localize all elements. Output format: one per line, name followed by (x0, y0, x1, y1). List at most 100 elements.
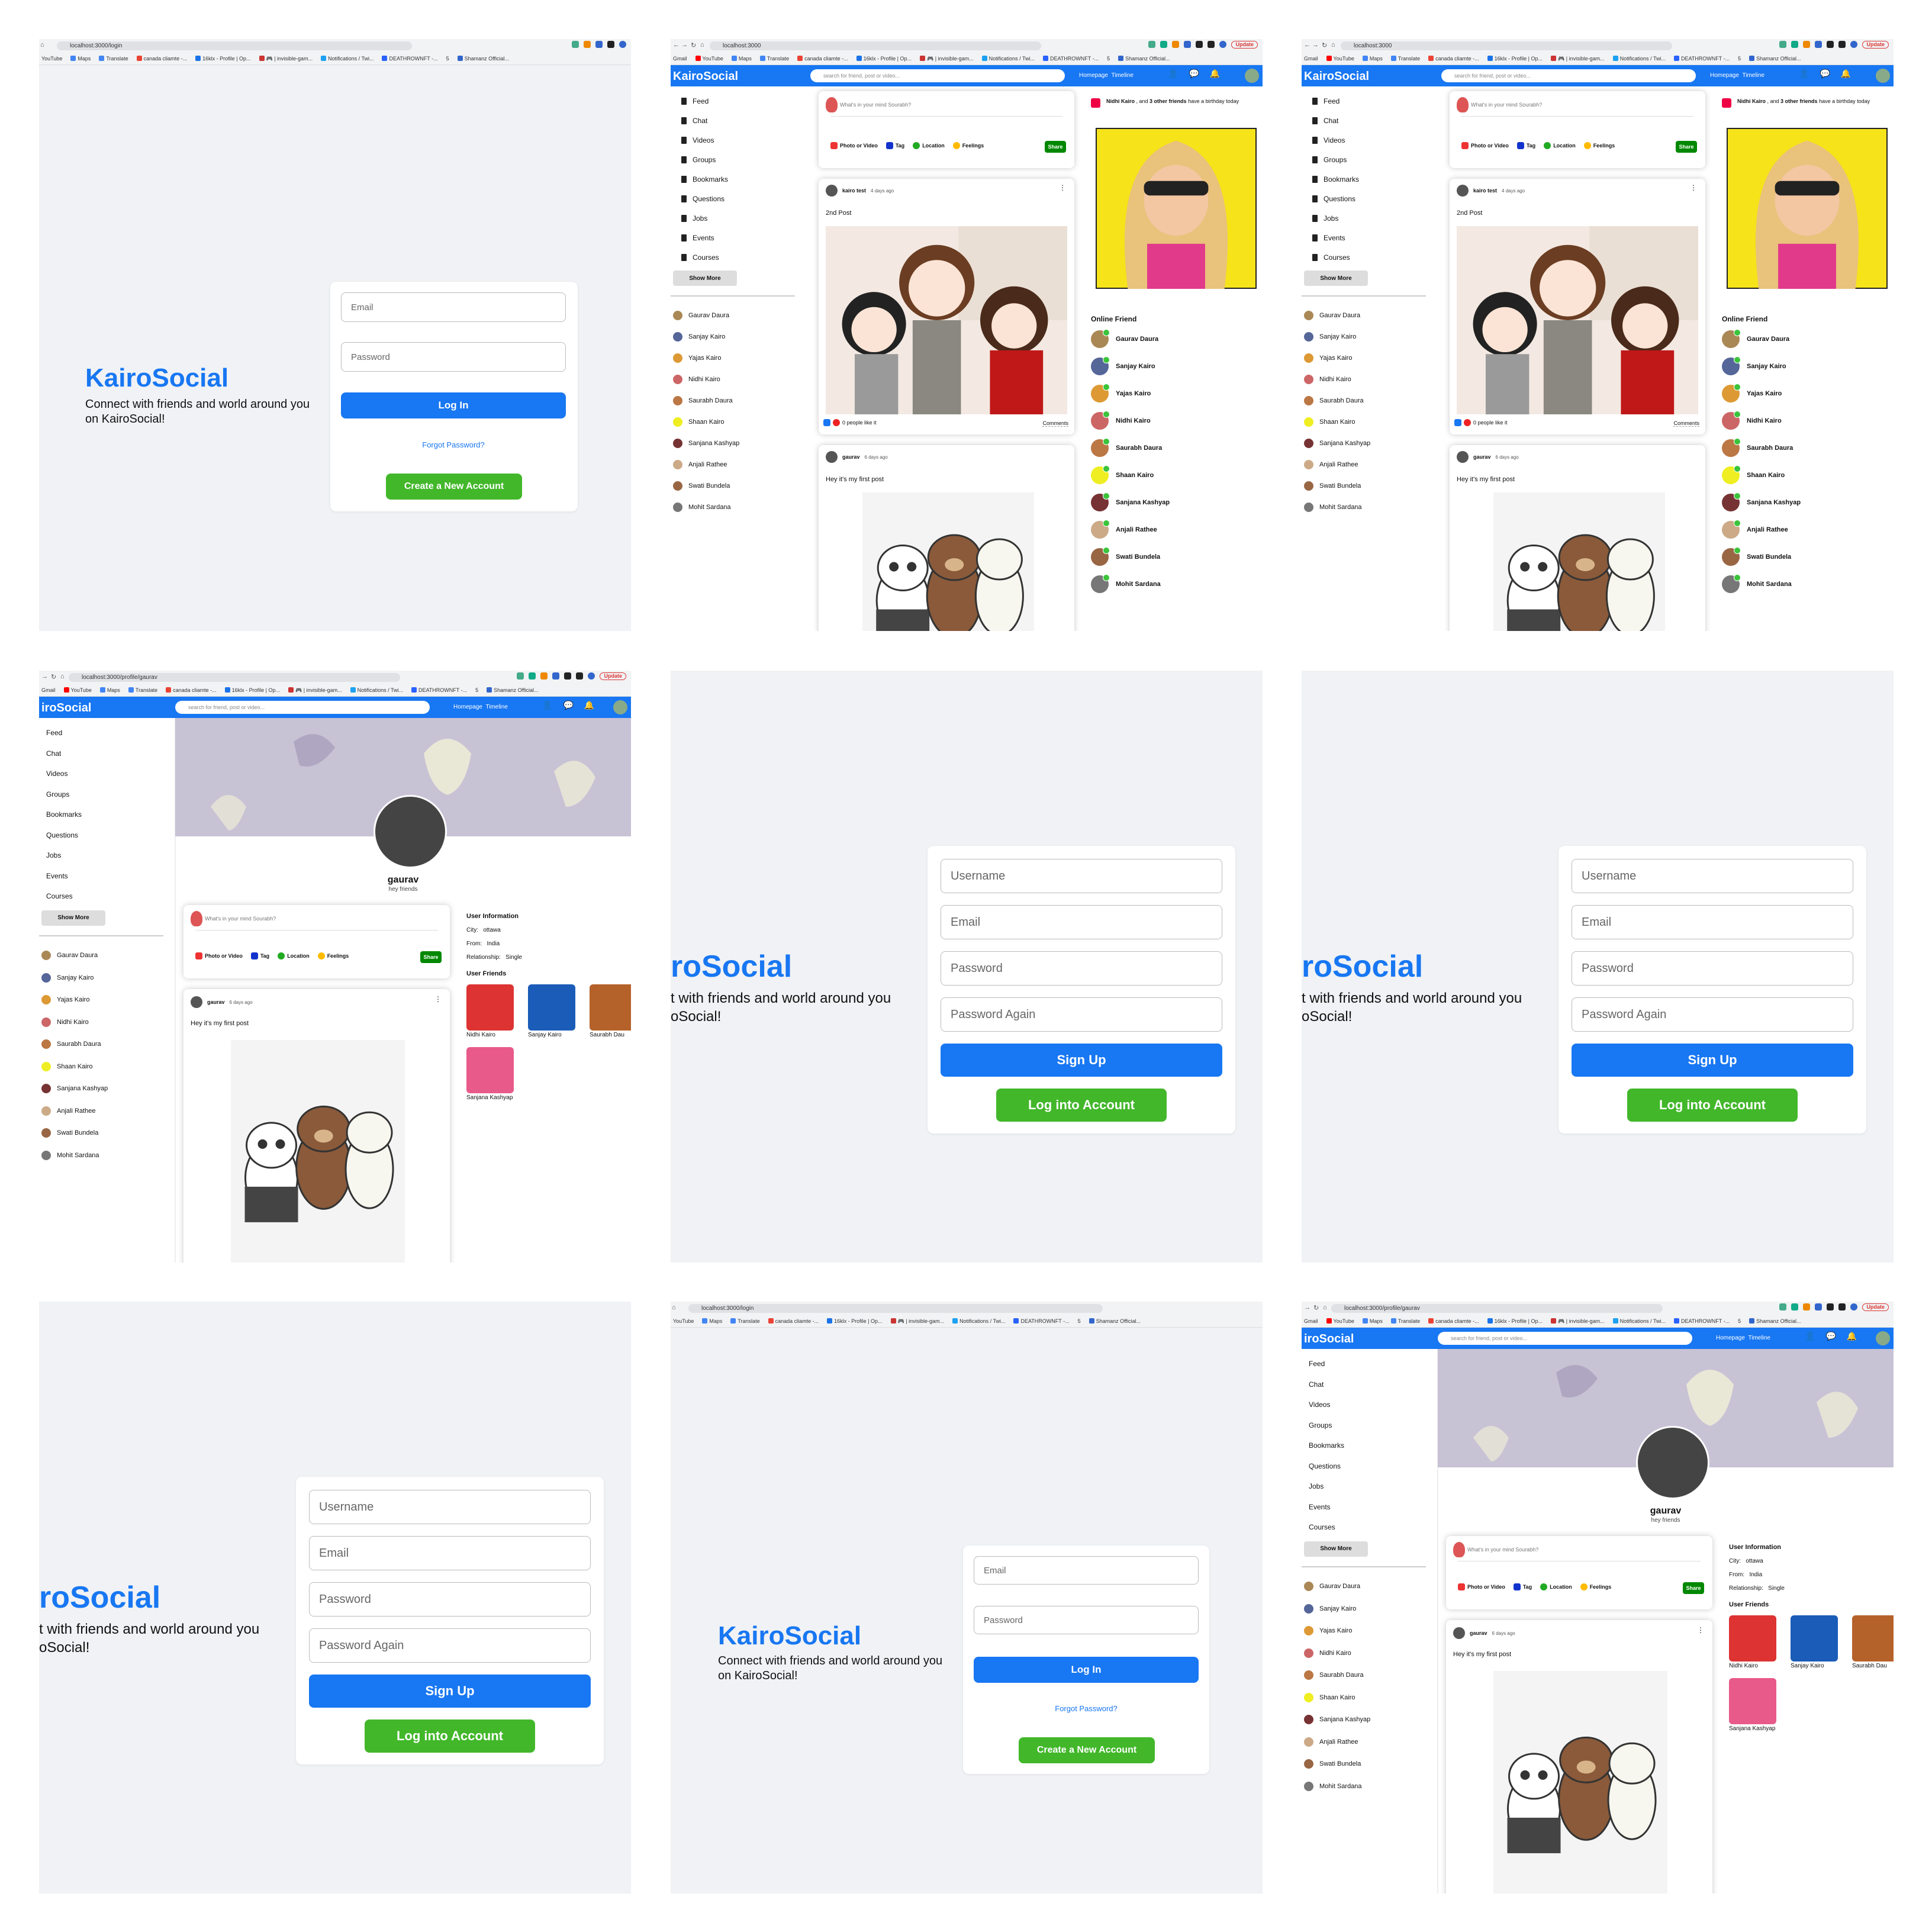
timeline-link[interactable]: Timeline (1748, 1335, 1770, 1341)
user-friend[interactable]: Sanjay Kairo (528, 984, 587, 1038)
photo-option[interactable]: Photo or Video (195, 952, 243, 959)
password-again-field[interactable]: Password Again (1572, 997, 1853, 1032)
sidebar-item-groups[interactable]: Groups (671, 150, 807, 169)
bookmark[interactable]: 🎮 | invisible-gam... (288, 685, 342, 695)
online-friend[interactable]: Gaurav Daura (1722, 326, 1801, 353)
search-input[interactable]: search for friend, post or video... (1441, 69, 1696, 82)
bookmark[interactable]: Notifications / Twi... (321, 53, 373, 64)
bookmark[interactable]: Maps (99, 685, 120, 695)
notifications-icon[interactable]: 🔔 (1847, 1331, 1857, 1341)
sidebar-item-questions[interactable]: Questions (671, 189, 807, 208)
bookmark[interactable]: Maps (702, 1316, 722, 1326)
sidebar-item-bookmarks[interactable]: Bookmarks (1302, 1435, 1438, 1456)
friend-list-item[interactable]: Gaurav Daura (39, 945, 175, 967)
share-input[interactable]: What's in your mind Sourabh? (205, 916, 276, 922)
password-field[interactable]: Password (341, 342, 566, 372)
address-bar[interactable]: localhost:3000/profile/gaurav (69, 673, 400, 682)
sidebar-item-videos[interactable]: Videos (39, 764, 175, 784)
bookmark[interactable]: Shamanz Official... (487, 685, 539, 695)
address-bar[interactable]: localhost:3000/login (688, 1304, 1103, 1313)
login-button[interactable]: Log In (974, 1657, 1199, 1683)
friend-list-item[interactable]: Sanjana Kashyap (671, 433, 807, 454)
show-more-button[interactable]: Show More (673, 271, 737, 286)
bookmark[interactable]: 16klx - Profile | Op... (1487, 53, 1543, 64)
friend-list-item[interactable]: Sanjana Kashyap (1302, 1709, 1438, 1731)
online-friend[interactable]: Shaan Kairo (1722, 462, 1801, 489)
topbar-logo[interactable]: iroSocial (41, 701, 91, 715)
bookmark[interactable]: 16klx - Profile | Op... (827, 1316, 883, 1326)
forgot-password-link[interactable]: Forgot Password? (974, 1704, 1199, 1713)
search-input[interactable]: search for friend, post or video... (1438, 1332, 1692, 1345)
bookmark[interactable]: 5 (1107, 53, 1110, 64)
bookmark[interactable]: 5 (1738, 53, 1741, 64)
bookmark[interactable]: Notifications / Twi... (1612, 1316, 1666, 1326)
friend-list-item[interactable]: Nidhi Kairo (39, 1011, 175, 1033)
bookmark[interactable]: DEATHROWNFT -... (1673, 53, 1730, 64)
online-friend[interactable]: Gaurav Daura (1091, 326, 1170, 353)
topbar-logo[interactable]: KairoSocial (1304, 70, 1369, 83)
comments-link[interactable]: Comments (1042, 420, 1068, 427)
sidebar-item-chat[interactable]: Chat (671, 111, 807, 130)
signup-button[interactable]: Sign Up (1572, 1044, 1853, 1077)
feelings-option[interactable]: Feelings (1580, 1583, 1611, 1590)
sidebar-item-courses[interactable]: Courses (1302, 1517, 1438, 1538)
sidebar-item-chat[interactable]: Chat (39, 743, 175, 764)
bookmark[interactable]: DEATHROWNFT -... (411, 685, 467, 695)
bookmark[interactable]: YouTube (41, 53, 62, 64)
forgot-password-link[interactable]: Forgot Password? (341, 440, 566, 449)
bookmark[interactable]: Translate (1390, 53, 1420, 64)
online-friend[interactable]: Nidhi Kairo (1722, 407, 1801, 434)
reload-icon[interactable]: ↻ (1313, 1304, 1319, 1312)
sidebar-item-events[interactable]: Events (1302, 1497, 1438, 1518)
forward-icon[interactable]: → (681, 41, 688, 49)
bookmark[interactable]: YouTube (673, 1316, 694, 1326)
bookmark[interactable]: 🎮 | invisible-gam... (920, 53, 974, 64)
home-icon[interactable]: ⌂ (1331, 41, 1335, 49)
bookmark[interactable]: Maps (70, 53, 91, 64)
friend-list-item[interactable]: Sanjana Kashyap (39, 1078, 175, 1100)
friend-list-item[interactable]: Saurabh Daura (39, 1033, 175, 1056)
update-button[interactable]: Update (1862, 1303, 1889, 1311)
bookmark[interactable]: canada cliamte -... (136, 53, 187, 64)
sidebar-item-jobs[interactable]: Jobs (39, 845, 175, 866)
comments-link[interactable]: Comments (1673, 420, 1699, 427)
person-icon[interactable]: 👤 (542, 700, 552, 710)
sidebar-item-feed[interactable]: Feed (39, 723, 175, 743)
friend-list-item[interactable]: Anjali Rathee (1302, 1731, 1438, 1753)
create-account-button[interactable]: Create a New Account (1019, 1737, 1155, 1763)
friend-list-item[interactable]: Swati Bundela (1302, 1753, 1438, 1776)
bookmark[interactable]: DEATHROWNFT -... (1673, 1316, 1730, 1326)
bookmark[interactable]: 🎮 | invisible-gam... (259, 53, 313, 64)
friend-list-item[interactable]: Swati Bundela (39, 1122, 175, 1145)
friend-list-item[interactable]: Shaan Kairo (39, 1055, 175, 1078)
email-field[interactable]: Email (941, 905, 1222, 939)
show-more-button[interactable]: Show More (1304, 271, 1368, 286)
address-bar[interactable]: localhost:3000 (1341, 41, 1672, 50)
friend-list-item[interactable]: Gaurav Daura (671, 305, 807, 326)
bookmark[interactable]: YouTube (1326, 1316, 1354, 1326)
share-button[interactable]: Share (1676, 141, 1697, 153)
notifications-icon[interactable]: 🔔 (1210, 69, 1220, 79)
back-icon[interactable]: ← (673, 41, 680, 49)
bookmark[interactable]: 🎮 | invisible-gam... (1551, 53, 1605, 64)
signup-button[interactable]: Sign Up (309, 1675, 591, 1708)
friend-list-item[interactable]: Yajas Kairo (1302, 1620, 1438, 1643)
address-bar[interactable]: localhost:3000/profile/gaurav (1331, 1304, 1663, 1313)
bookmark[interactable]: 🎮 | invisible-gam... (1551, 1316, 1605, 1326)
signup-button[interactable]: Sign Up (941, 1044, 1222, 1077)
feelings-option[interactable]: Feelings (317, 952, 349, 959)
bookmark[interactable]: Shamanz Official... (457, 53, 509, 64)
bookmark[interactable]: Translate (1390, 1316, 1420, 1326)
sidebar-item-questions[interactable]: Questions (39, 825, 175, 846)
friend-list-item[interactable]: Nidhi Kairo (1302, 1642, 1438, 1664)
sidebar-item-groups[interactable]: Groups (1302, 150, 1438, 169)
friend-list-item[interactable]: Nidhi Kairo (671, 369, 807, 390)
reload-icon[interactable]: ↻ (1322, 41, 1327, 49)
sidebar-item-feed[interactable]: Feed (671, 91, 807, 111)
bookmark[interactable]: 5 (475, 685, 478, 695)
forward-icon[interactable]: → (41, 673, 48, 680)
bookmark[interactable]: 16klx - Profile | Op... (224, 685, 280, 695)
sidebar-item-jobs[interactable]: Jobs (671, 208, 807, 228)
friend-list-item[interactable]: Saurabh Daura (671, 390, 807, 411)
password-again-field[interactable]: Password Again (309, 1628, 591, 1663)
